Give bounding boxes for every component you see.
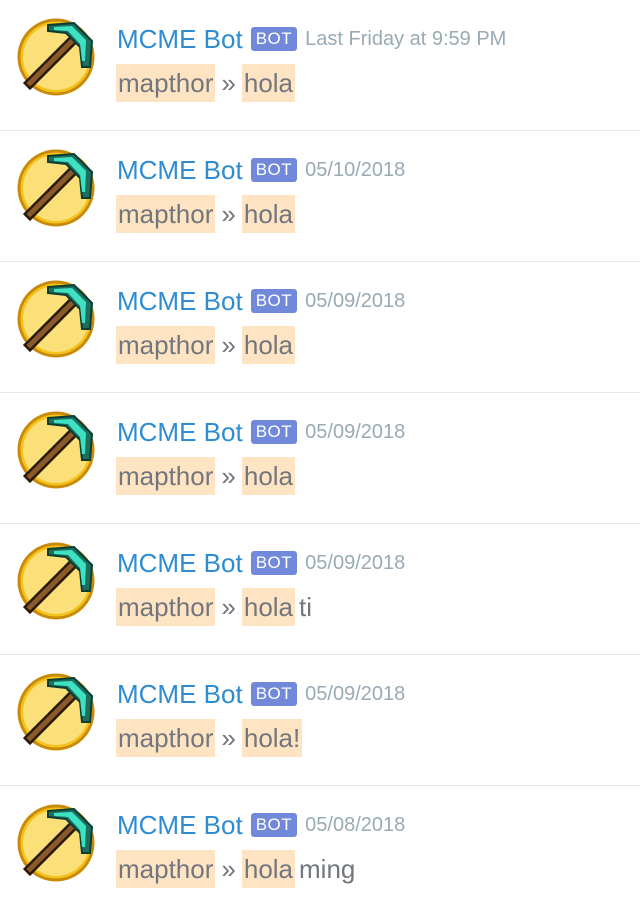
message-content: mapthor » hola [116, 326, 299, 364]
avatar[interactable] [16, 410, 96, 490]
message-header: MCME Bot BOT 05/09/2018 [117, 677, 405, 711]
diamond-pickaxe-icon [17, 18, 95, 96]
bot-tag: BOT [250, 551, 298, 575]
message-text: hola [241, 64, 296, 102]
message-item: MCME Bot BOT 05/09/2018 mapthor » hola! [0, 655, 640, 786]
avatar[interactable] [16, 148, 96, 228]
sender-name: mapthor [116, 326, 216, 364]
timestamp[interactable]: 05/09/2018 [305, 546, 405, 580]
message-item: MCME Bot BOT 05/10/2018 mapthor » hola [0, 131, 640, 262]
message-text: hola [241, 195, 296, 233]
message-header: MCME Bot BOT 05/10/2018 [117, 153, 405, 187]
sender-name: mapthor [116, 850, 216, 888]
timestamp[interactable]: 05/08/2018 [305, 808, 405, 842]
message-text: hola [241, 457, 296, 495]
message-header: MCME Bot BOT 05/08/2018 [117, 808, 405, 842]
message-item: MCME Bot BOT 05/09/2018 mapthor » hola [0, 262, 640, 393]
message-item: MCME Bot BOT 05/09/2018 mapthor » hola t… [0, 524, 640, 655]
message-text: hola [241, 850, 296, 888]
timestamp[interactable]: 05/09/2018 [305, 284, 405, 318]
username[interactable]: MCME Bot [117, 546, 243, 580]
message-content: mapthor » hola [116, 195, 299, 233]
separator: » [221, 461, 236, 491]
bot-tag: BOT [250, 682, 298, 706]
username[interactable]: MCME Bot [117, 415, 243, 449]
sender-name: mapthor [116, 719, 216, 757]
separator: » [221, 330, 236, 360]
diamond-pickaxe-icon [17, 542, 95, 620]
timestamp[interactable]: 05/09/2018 [305, 415, 405, 449]
bot-tag: BOT [250, 289, 298, 313]
separator: » [221, 854, 236, 884]
avatar[interactable] [16, 279, 96, 359]
sender-name: mapthor [116, 195, 216, 233]
bot-tag: BOT [250, 27, 298, 51]
message-content: mapthor » hola! [116, 719, 306, 757]
separator: » [221, 592, 236, 622]
username[interactable]: MCME Bot [117, 808, 243, 842]
separator: » [221, 199, 236, 229]
message-extra: ti [299, 592, 313, 622]
message-content: mapthor » hola [116, 457, 299, 495]
diamond-pickaxe-icon [17, 411, 95, 489]
avatar[interactable] [16, 803, 96, 883]
diamond-pickaxe-icon [17, 280, 95, 358]
sender-name: mapthor [116, 588, 216, 626]
avatar[interactable] [16, 672, 96, 752]
username[interactable]: MCME Bot [117, 284, 243, 318]
timestamp[interactable]: 05/09/2018 [305, 677, 405, 711]
message-list: MCME Bot BOT Last Friday at 9:59 PM mapt… [0, 0, 640, 917]
username[interactable]: MCME Bot [117, 677, 243, 711]
message-text: hola [241, 326, 296, 364]
message-content: mapthor » hola ming [116, 850, 355, 888]
username[interactable]: MCME Bot [117, 153, 243, 187]
message-text: hola! [241, 719, 303, 757]
diamond-pickaxe-icon [17, 149, 95, 227]
separator: » [221, 68, 236, 98]
username[interactable]: MCME Bot [117, 22, 243, 56]
message-item: MCME Bot BOT Last Friday at 9:59 PM mapt… [0, 0, 640, 131]
diamond-pickaxe-icon [17, 673, 95, 751]
message-item: MCME Bot BOT 05/09/2018 mapthor » hola [0, 393, 640, 524]
sender-name: mapthor [116, 457, 216, 495]
message-item: MCME Bot BOT 05/08/2018 mapthor » hola m… [0, 786, 640, 917]
message-content: mapthor » hola ti [116, 588, 312, 626]
message-extra: ming [299, 854, 356, 884]
separator: » [221, 723, 236, 753]
bot-tag: BOT [250, 158, 298, 182]
message-header: MCME Bot BOT 05/09/2018 [117, 284, 405, 318]
message-text: hola [241, 588, 296, 626]
message-header: MCME Bot BOT 05/09/2018 [117, 415, 405, 449]
avatar[interactable] [16, 541, 96, 621]
diamond-pickaxe-icon [17, 804, 95, 882]
sender-name: mapthor [116, 64, 216, 102]
timestamp[interactable]: 05/10/2018 [305, 153, 405, 187]
timestamp[interactable]: Last Friday at 9:59 PM [305, 22, 506, 56]
bot-tag: BOT [250, 420, 298, 444]
message-header: MCME Bot BOT Last Friday at 9:59 PM [117, 22, 506, 56]
message-header: MCME Bot BOT 05/09/2018 [117, 546, 405, 580]
bot-tag: BOT [250, 813, 298, 837]
avatar[interactable] [16, 17, 96, 97]
message-content: mapthor » hola [116, 64, 299, 102]
